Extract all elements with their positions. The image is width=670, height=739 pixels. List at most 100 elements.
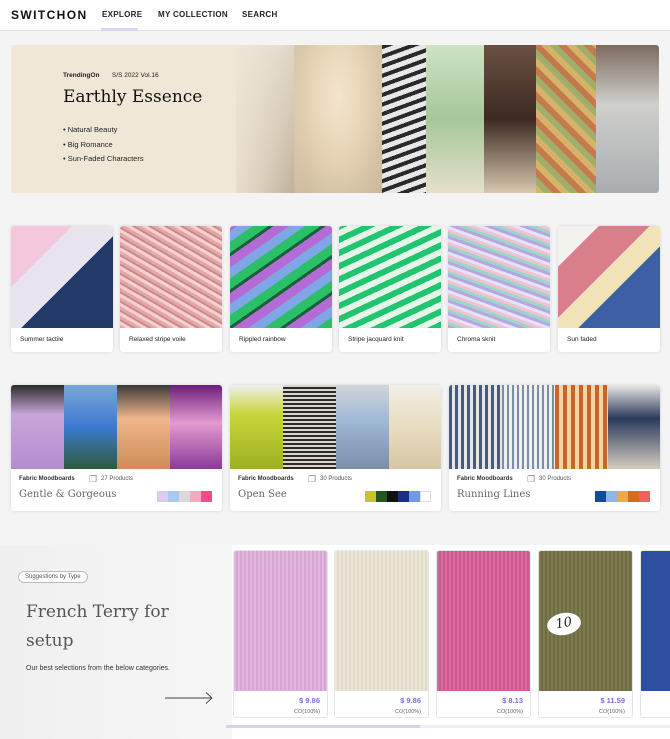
hero-bullet: • Natural Beauty [63,125,118,134]
fabric-label: Rippled rainbow [239,336,286,343]
fabric-image [230,226,332,328]
product-composition: CO(100%) [497,709,523,715]
moodboard-name: Running Lines [457,489,531,500]
logo[interactable]: SWITCHON [11,8,88,22]
fabric-image [558,226,660,328]
fabric-card-relaxed-stripe-voile[interactable]: Relaxed stripe voile [120,226,222,352]
hero-photo [596,45,659,193]
moodboard-photo [336,385,389,469]
fabric-label: Summer tactile [20,336,64,343]
product-price: $ 9.86 [299,696,320,705]
product-card[interactable]: $ 9.86 CO(100%) [233,550,328,718]
product-image [234,551,327,691]
product-image [335,551,428,691]
color-swatch [365,491,376,502]
suggestions-title: French Terry for setup [26,602,169,651]
moodboard-card-gentle-gorgeous[interactable]: Fabric Moodboards ❐ 27 Products Gentle &… [11,385,222,511]
moodboard-photos [11,385,222,469]
nav-search[interactable]: SEARCH [242,10,278,19]
hero-photo [426,45,484,193]
copy-icon: ❐ [527,474,536,484]
moodboard-photo [170,385,222,469]
hero-title: Earthly Essence [63,87,203,107]
fabric-label: Stripe jacquard knit [348,336,404,343]
color-swatch [179,491,190,502]
moodboard-name: Open See [238,489,287,500]
hero-photo [382,45,426,193]
moodboard-count: 27 Products [101,476,134,482]
color-swatch [595,491,606,502]
suggestions-section: Suggestions by Type French Terry for set… [0,545,670,739]
product-price: $ 8.13 [502,696,523,705]
moodboard-type: Fabric Moodboards [19,476,75,482]
color-swatch [409,491,420,502]
moodboard-photo [502,385,555,469]
swatch-number-tag: 10 [545,610,583,638]
color-swatch [639,491,650,502]
fabric-label: Sun faded [567,336,597,343]
moodboard-photo [283,385,336,469]
hero-bullets: • Natural Beauty • Big Romance • Sun-Fad… [63,125,144,169]
arrow-right-icon[interactable] [165,691,215,705]
copy-icon: ❐ [308,474,317,484]
nav-explore[interactable]: EXPLORE [102,10,142,19]
moodboard-photo [449,385,502,469]
fabric-card-rippled-rainbow[interactable]: Rippled rainbow [230,226,332,352]
moodboard-name: Gentle & Gorgeous [19,489,117,500]
moodboard-photos [449,385,660,469]
moodboard-photo [117,385,170,469]
fabric-label: Relaxed stripe voile [129,336,186,343]
color-swatch [376,491,387,502]
product-composition: CO(100%) [395,709,421,715]
moodboard-card-running-lines[interactable]: Fabric Moodboards ❐ 30 Products Running … [449,385,660,511]
suggestions-description: Our best selections from the below categ… [26,665,170,672]
color-palette [157,491,212,502]
color-swatch [201,491,212,502]
hero-bullet: • Big Romance [63,139,113,149]
moodboard-count: 30 Products [539,476,572,482]
fabric-card-summer-tactile[interactable]: Summer tactile [11,226,113,352]
product-price: $ 11.59 [600,696,625,705]
hero-banner[interactable]: TrendingOn S/S 2022 Vol.16 Earthly Essen… [11,45,659,193]
moodboard-card-open-see[interactable]: Fabric Moodboards ❐ 30 Products Open See [230,385,441,511]
product-image: 10 [539,551,632,691]
fabric-card-stripe-jacquard-knit[interactable]: Stripe jacquard knit [339,226,441,352]
color-swatch [617,491,628,502]
color-swatch [398,491,409,502]
fabric-image [448,226,550,328]
color-swatch [190,491,201,502]
fabric-label: Chroma sknit [457,336,496,343]
product-card[interactable]: $ 8.13 CO(100%) [436,550,531,718]
product-image [437,551,530,691]
color-swatch [420,491,431,502]
color-swatch [157,491,168,502]
product-composition: CO(100%) [294,709,320,715]
fabric-image [339,226,441,328]
fabric-card-sun-faded[interactable]: Sun faded [558,226,660,352]
nav-my-collection[interactable]: MY COLLECTION [158,10,228,19]
color-swatch [168,491,179,502]
color-swatch [606,491,617,502]
moodboard-photos [230,385,441,469]
product-card[interactable]: $ 9.86 CO(100%) [334,550,429,718]
hero-photo [536,45,596,193]
moodboard-photo [64,385,117,469]
product-card[interactable]: 10 $ 11.59 CO(100%) [538,550,633,718]
color-swatch [387,491,398,502]
product-card-partial[interactable] [640,550,670,718]
moodboard-photo [608,385,660,469]
fabric-image [11,226,113,328]
carousel-scroll-thumb[interactable] [226,725,420,728]
hero-bullet: • Sun-Faded Characters [63,154,144,163]
hero-photo [294,45,382,193]
fabric-image [120,226,222,328]
suggestions-pill[interactable]: Suggestions by Type [18,571,88,583]
hero-photo [484,45,536,193]
moodboard-photo [555,385,608,469]
hero-season: S/S 2022 Vol.16 [112,72,159,79]
fabric-card-chroma-sknit[interactable]: Chroma sknit [448,226,550,352]
color-swatch [628,491,639,502]
moodboard-type: Fabric Moodboards [457,476,513,482]
product-price: $ 9.86 [400,696,421,705]
moodboard-photo [11,385,64,469]
